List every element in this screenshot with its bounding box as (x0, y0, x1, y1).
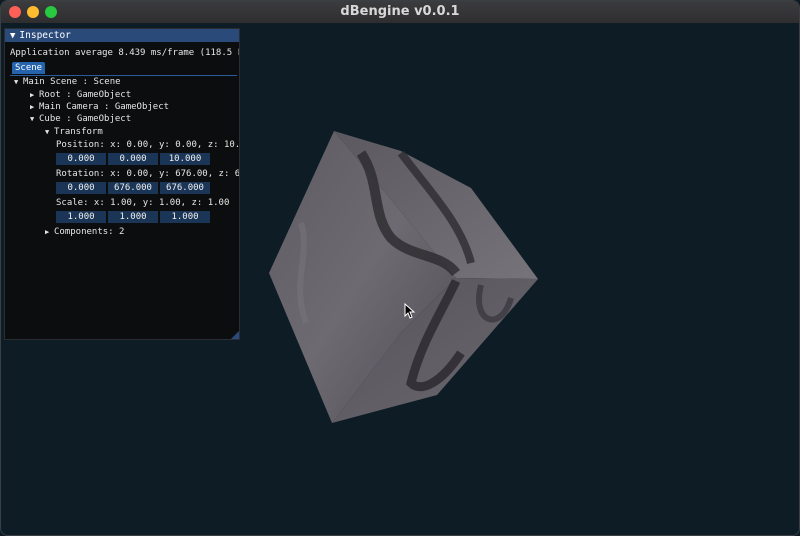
triangle-down-icon[interactable]: ▼ (30, 115, 39, 123)
inspector-title: Inspector (19, 30, 71, 41)
triangle-down-icon[interactable]: ▼ (45, 128, 54, 136)
window-title: dBengine v0.0.1 (340, 4, 460, 19)
inspector-header[interactable]: ▼ Inspector (5, 29, 239, 42)
tab-bar: Scene (10, 62, 237, 76)
triangle-right-icon[interactable]: ▶ (30, 103, 39, 111)
tree-node-main-scene[interactable]: ▼ Main Scene : Scene (14, 77, 121, 87)
tree-node-cube[interactable]: ▼ Cube : GameObject (30, 114, 131, 124)
rotation-y-field[interactable]: 676.000 (108, 182, 158, 194)
tree-node-components[interactable]: ▶ Components: 2 (45, 227, 124, 237)
fps-readout: Application average 8.439 ms/frame (118.… (10, 48, 239, 58)
scale-y-field[interactable]: 1.000 (108, 211, 158, 223)
triangle-right-icon[interactable]: ▶ (45, 228, 54, 236)
rotation-z-field[interactable]: 676.000 (160, 182, 210, 194)
position-z-field[interactable]: 10.000 (160, 153, 210, 165)
scale-z-field[interactable]: 1.000 (160, 211, 210, 223)
inspector-panel[interactable]: ▼ Inspector Application average 8.439 ms/… (4, 28, 240, 340)
title-bar[interactable]: dBengine v0.0.1 (1, 1, 799, 24)
app-window: dBengine v0.0.1 ▼ Inspector Application … (0, 0, 800, 536)
tree-node-root[interactable]: ▶ Root : GameObject (30, 90, 131, 100)
triangle-down-icon[interactable]: ▼ (10, 30, 15, 43)
tab-scene[interactable]: Scene (12, 62, 46, 74)
position-x-field[interactable]: 0.000 (56, 153, 106, 165)
triangle-right-icon[interactable]: ▶ (30, 91, 39, 99)
resize-grip[interactable] (231, 331, 239, 339)
scale-x-field[interactable]: 1.000 (56, 211, 106, 223)
position-y-field[interactable]: 0.000 (108, 153, 158, 165)
tree-node-transform[interactable]: ▼ Transform (45, 127, 103, 137)
scale-label: Scale: x: 1.00, y: 1.00, z: 1.00 (56, 198, 230, 208)
rotation-x-field[interactable]: 0.000 (56, 182, 106, 194)
tree-node-main-camera[interactable]: ▶ Main Camera : GameObject (30, 102, 169, 112)
rotation-label: Rotation: x: 0.00, y: 676.00, z: 676.00 (56, 169, 239, 179)
triangle-down-icon[interactable]: ▼ (14, 78, 23, 86)
mouse-cursor-icon (404, 303, 416, 319)
position-label: Position: x: 0.00, y: 0.00, z: 10.00 (56, 140, 239, 150)
